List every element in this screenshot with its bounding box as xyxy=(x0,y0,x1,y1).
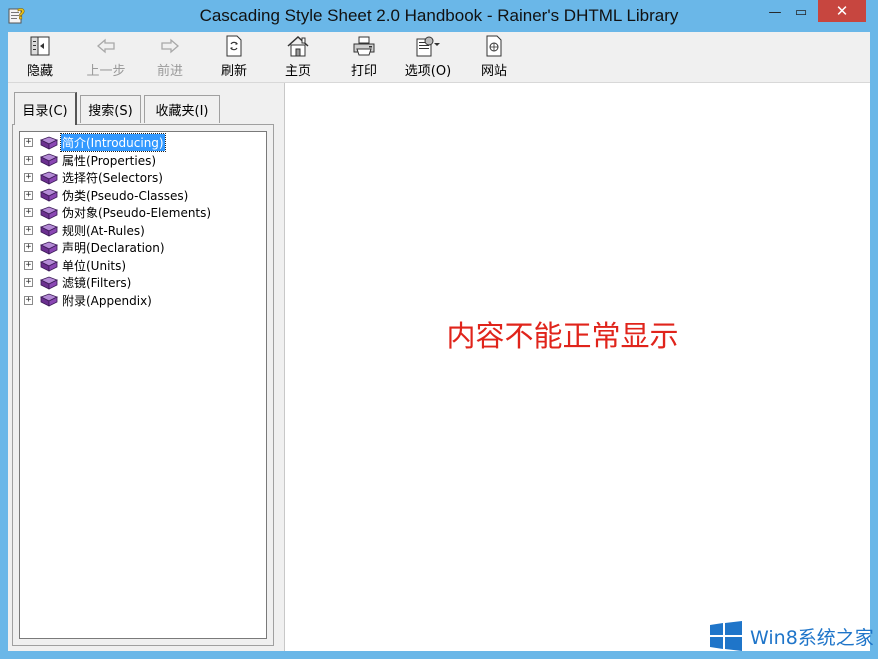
tree-item[interactable]: + 声明(Declaration) xyxy=(24,239,166,256)
book-icon xyxy=(40,171,61,185)
website-label: 网站 xyxy=(480,64,507,79)
tab-contents[interactable]: 目录(C) xyxy=(14,92,77,125)
refresh-icon xyxy=(221,34,247,58)
forward-label: 前进 xyxy=(156,64,183,79)
web-page-icon xyxy=(481,34,507,58)
expand-icon[interactable]: + xyxy=(24,173,33,182)
print-label: 打印 xyxy=(350,64,377,79)
tree-item[interactable]: + 规则(At-Rules) xyxy=(24,222,146,239)
tree-item[interactable]: + 附录(Appendix) xyxy=(24,292,153,309)
tree-item[interactable]: + 滤镜(Filters) xyxy=(24,274,132,291)
minimize-button[interactable]: — xyxy=(762,0,788,24)
expand-icon[interactable]: + xyxy=(24,138,33,147)
book-icon xyxy=(40,206,61,220)
content-pane: 内容不能正常显示 xyxy=(285,83,870,651)
toolbar: 隐藏 上一步 前进 刷新 主页 打印 选项(O) 网站 xyxy=(8,32,870,83)
home-button[interactable]: 主页 xyxy=(270,34,326,80)
book-icon xyxy=(40,136,61,150)
tree-item-label: 附录(Appendix) xyxy=(62,293,152,308)
tree-item[interactable]: + 单位(Units) xyxy=(24,257,127,274)
book-icon xyxy=(40,223,61,237)
tree-item-label: 单位(Units) xyxy=(62,258,127,273)
website-button[interactable]: 网站 xyxy=(466,34,522,80)
tree-item[interactable]: + 属性(Properties) xyxy=(24,152,157,169)
book-icon xyxy=(40,258,61,272)
expand-icon[interactable]: + xyxy=(24,190,33,200)
hide-button[interactable]: 隐藏 xyxy=(12,34,68,80)
book-icon xyxy=(40,153,61,167)
tree-item[interactable]: + 伪类(Pseudo-Classes) xyxy=(24,187,189,204)
expand-icon[interactable]: + xyxy=(24,260,33,270)
navigation-pane: 目录(C) 搜索(S) 收藏夹(I) + 简介(Introducing) + 属性(P… xyxy=(8,83,280,651)
home-label: 主页 xyxy=(284,64,311,79)
home-icon xyxy=(285,34,311,58)
tree-item[interactable]: + 简介(Introducing) xyxy=(24,133,166,152)
back-button[interactable]: 上一步 xyxy=(78,34,134,80)
tree-item-label: 规则(At-Rules) xyxy=(62,223,145,238)
tree-item-label: 滤镜(Filters) xyxy=(62,276,132,290)
expand-icon[interactable]: + xyxy=(24,295,33,305)
arrow-left-icon xyxy=(93,34,119,58)
forward-button[interactable]: 前进 xyxy=(142,34,198,80)
watermark: Win8系统之家 xyxy=(708,619,874,653)
tree-item-label: 属性(Properties) xyxy=(62,153,157,168)
tree-item[interactable]: + 选择符(Selectors) xyxy=(24,169,164,186)
book-icon xyxy=(40,241,61,255)
tree-item-label: 伪类(Pseudo-Classes) xyxy=(62,188,189,203)
hide-label: 隐藏 xyxy=(26,64,53,79)
title-bar[interactable]: ? Cascading Style Sheet 2.0 Handbook - R… xyxy=(0,0,878,32)
maximize-button[interactable]: ▭ xyxy=(788,0,814,24)
expand-icon[interactable]: + xyxy=(24,155,33,165)
tab-panel: + 简介(Introducing) + 属性(Properties) + 选择符(Sele… xyxy=(12,124,274,646)
error-message: 内容不能正常显示 xyxy=(446,319,679,353)
watermark-text: Win8系统之家 xyxy=(750,626,874,649)
book-icon xyxy=(40,276,61,290)
book-icon xyxy=(40,188,61,202)
refresh-button[interactable]: 刷新 xyxy=(206,34,262,80)
help-window: ? Cascading Style Sheet 2.0 Handbook - R… xyxy=(0,0,878,659)
hide-pane-icon xyxy=(27,34,53,58)
expand-icon[interactable]: + xyxy=(24,243,33,252)
back-label: 上一步 xyxy=(86,64,126,79)
tree-item-label: 简介(Introducing) xyxy=(60,133,166,152)
arrow-right-icon xyxy=(157,34,183,58)
expand-icon[interactable]: + xyxy=(24,208,33,217)
window-title: Cascading Style Sheet 2.0 Handbook - Rai… xyxy=(199,6,679,25)
tree-item-label: 选择符(Selectors) xyxy=(62,171,163,185)
book-icon xyxy=(40,293,61,307)
contents-tree[interactable]: + 简介(Introducing) + 属性(Properties) + 选择符(Sele… xyxy=(19,131,267,639)
tree-item-label: 声明(Declaration) xyxy=(62,241,165,255)
tab-favorites[interactable]: 收藏夹(I) xyxy=(144,95,220,123)
options-button[interactable]: 选项(O) xyxy=(400,34,456,80)
print-button[interactable]: 打印 xyxy=(336,34,392,80)
printer-icon xyxy=(351,34,377,58)
tab-search[interactable]: 搜索(S) xyxy=(80,95,141,123)
refresh-label: 刷新 xyxy=(220,64,247,79)
options-icon xyxy=(415,34,441,58)
windows-logo-icon xyxy=(710,621,742,651)
close-button[interactable]: ✕ xyxy=(818,0,866,22)
expand-icon[interactable]: + xyxy=(24,225,33,235)
tree-item-label: 伪对象(Pseudo-Elements) xyxy=(62,206,212,220)
options-label: 选项(O) xyxy=(404,64,452,79)
expand-icon[interactable]: + xyxy=(24,278,33,287)
tree-item[interactable]: + 伪对象(Pseudo-Elements) xyxy=(24,204,212,221)
